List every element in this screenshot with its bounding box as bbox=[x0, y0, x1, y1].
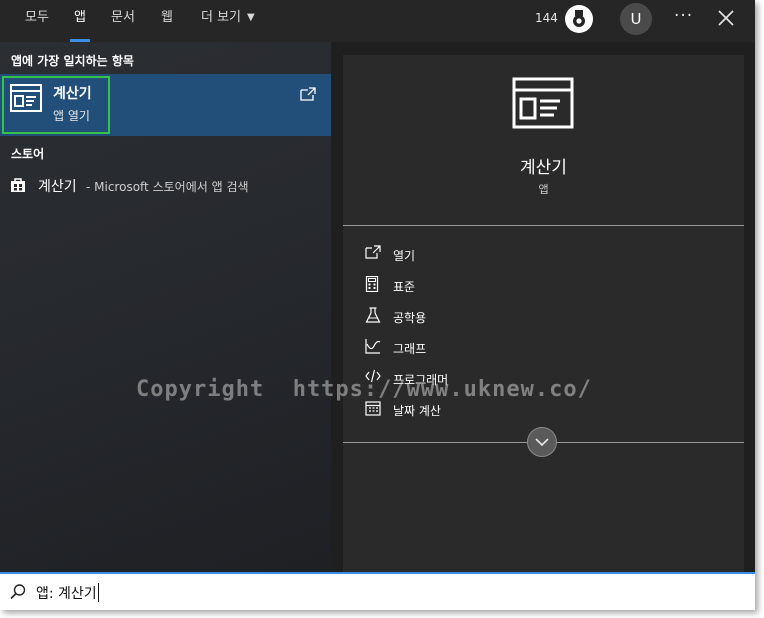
action-label: 열기 bbox=[393, 249, 416, 263]
action-label: 날짜 계산 bbox=[393, 404, 441, 418]
best-match-item[interactable]: 계산기 앱 열기 bbox=[0, 74, 331, 136]
best-match-subtitle: 앱 열기 bbox=[53, 109, 90, 123]
action-graphing[interactable]: 그래프 bbox=[365, 338, 565, 358]
avatar[interactable]: U bbox=[620, 3, 652, 35]
calendar-icon bbox=[365, 401, 381, 416]
rewards-points: 144 bbox=[535, 11, 558, 25]
action-label: 그래프 bbox=[393, 342, 427, 356]
search-query-text: 앱: 계산기 bbox=[36, 586, 97, 602]
preview-app-name: 계산기 bbox=[520, 158, 567, 178]
best-match-header: 앱에 가장 일치하는 항목 bbox=[11, 54, 134, 68]
search-box[interactable]: 앱: 계산기 bbox=[0, 572, 755, 610]
flask-icon bbox=[365, 307, 381, 323]
store-header: 스토어 bbox=[11, 147, 45, 161]
calculator-icon bbox=[512, 77, 574, 129]
action-open[interactable]: 열기 bbox=[365, 245, 565, 265]
tab-all[interactable]: 모두 bbox=[25, 0, 49, 42]
tab-documents[interactable]: 문서 bbox=[111, 0, 135, 42]
more-options-icon[interactable]: ··· bbox=[674, 6, 693, 26]
best-match-title: 계산기 bbox=[53, 86, 92, 102]
expand-button[interactable] bbox=[527, 427, 557, 457]
divider bbox=[343, 225, 744, 226]
open-external-icon[interactable] bbox=[299, 86, 317, 102]
open-icon bbox=[365, 245, 381, 259]
chevron-down-icon: ▼ bbox=[247, 12, 255, 23]
tab-apps[interactable]: 앱 bbox=[70, 0, 90, 42]
action-date-calculation[interactable]: 날짜 계산 bbox=[365, 400, 565, 420]
standard-calc-icon bbox=[365, 276, 379, 292]
preview-app-kind: 앱 bbox=[538, 183, 549, 196]
tab-more-label: 더 보기 bbox=[201, 10, 242, 25]
graph-icon bbox=[365, 339, 381, 354]
chevron-down-icon bbox=[535, 437, 549, 446]
results-pane: 앱에 가장 일치하는 항목 계산기 앱 열기 스토어 계산기 - Microso… bbox=[0, 42, 331, 572]
search-input[interactable]: 앱: 계산기 bbox=[36, 583, 99, 603]
tab-web[interactable]: 웹 bbox=[161, 0, 173, 42]
close-icon[interactable] bbox=[716, 8, 736, 28]
search-filter-bar: 모두 앱 문서 웹 더 보기 ▼ 144 U ··· bbox=[0, 0, 755, 42]
preview-pane: 계산기 앱 열기 표준 공학용 그래프 프로그래머 날짜 계산 bbox=[343, 55, 744, 572]
text-caret bbox=[97, 583, 99, 602]
store-result-name: 계산기 bbox=[38, 179, 77, 195]
action-scientific[interactable]: 공학용 bbox=[365, 307, 565, 327]
start-search-window: 모두 앱 문서 웹 더 보기 ▼ 144 U ··· 앱에 가장 일치하는 항목 bbox=[0, 0, 755, 610]
store-result-desc: - Microsoft 스토어에서 앱 검색 bbox=[86, 180, 249, 194]
action-standard[interactable]: 표준 bbox=[365, 276, 565, 296]
search-icon bbox=[10, 584, 26, 600]
action-label: 공학용 bbox=[393, 311, 427, 325]
action-label: 표준 bbox=[393, 280, 416, 294]
tab-more[interactable]: 더 보기 ▼ bbox=[201, 0, 255, 42]
store-bag-icon bbox=[11, 178, 25, 192]
store-result-item[interactable]: 계산기 - Microsoft 스토어에서 앱 검색 bbox=[0, 176, 331, 196]
calculator-icon bbox=[10, 84, 42, 112]
rewards-medal-icon[interactable] bbox=[565, 5, 593, 33]
copyright-watermark: Copyright https://www.uknew.co/ bbox=[136, 377, 592, 402]
